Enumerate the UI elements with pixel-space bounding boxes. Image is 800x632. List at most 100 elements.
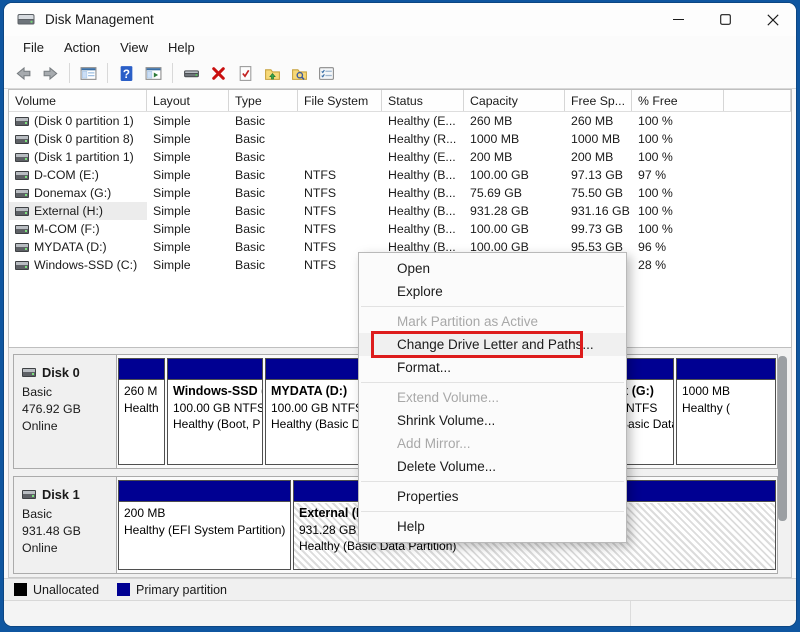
open-button[interactable] (260, 61, 285, 86)
help-button[interactable]: ? (114, 61, 139, 86)
window-controls (655, 3, 796, 36)
free-cell: 260 MB (565, 112, 632, 130)
fs-cell (298, 112, 382, 130)
delete-icon (210, 65, 227, 82)
volume-row[interactable]: (Disk 0 partition 1) Simple Basic Health… (9, 112, 791, 130)
status-cell: Healthy (B... (382, 166, 464, 184)
column-header-capacity[interactable]: Capacity (464, 90, 565, 111)
status-cell: Healthy (B... (382, 184, 464, 202)
disk-0-info-panel[interactable]: Disk 0 Basic 476.92 GB Online (13, 354, 117, 469)
free-cell: 99.73 GB (565, 220, 632, 238)
column-header-layout[interactable]: Layout (147, 90, 229, 111)
volume-row[interactable]: (Disk 0 partition 8) Simple Basic Health… (9, 130, 791, 148)
close-button[interactable] (749, 3, 796, 36)
layout-cell: Simple (147, 166, 229, 184)
disk-1-info-panel[interactable]: Disk 1 Basic 931.48 GB Online (13, 476, 117, 574)
free-cell: 200 MB (565, 148, 632, 166)
volume-row-selected[interactable]: External (H:) Simple Basic NTFS Healthy … (9, 202, 791, 220)
layout-cell: Simple (147, 112, 229, 130)
partition-color-band (168, 359, 262, 380)
type-cell: Basic (229, 238, 298, 256)
menu-item-explore[interactable]: Explore (359, 280, 626, 303)
status-bar-divider (630, 601, 631, 626)
fs-cell: NTFS (298, 220, 382, 238)
back-icon (15, 65, 32, 82)
disk-kind: Basic (22, 506, 116, 523)
volume-icon (15, 117, 29, 126)
explore-button[interactable] (287, 61, 312, 86)
volume-icon (15, 189, 29, 198)
menu-item-change-drive-letter[interactable]: Change Drive Letter and Paths... (359, 333, 626, 356)
mark-active-icon (237, 65, 254, 82)
volume-cell: Donemax (G:) (9, 184, 147, 202)
volume-row[interactable]: M-COM (F:) Simple Basic NTFS Healthy (B.… (9, 220, 791, 238)
show-console-tree-button[interactable] (76, 61, 101, 86)
pct-cell: 100 % (632, 112, 724, 130)
free-cell: 931.16 GB (565, 202, 632, 220)
vertical-scrollbar-thumb[interactable] (778, 356, 787, 521)
close-icon (767, 14, 779, 26)
capacity-cell: 100.00 GB (464, 220, 565, 238)
pct-cell: 96 % (632, 238, 724, 256)
column-header-type[interactable]: Type (229, 90, 298, 111)
volume-row[interactable]: D-COM (E:) Simple Basic NTFS Healthy (B.… (9, 166, 791, 184)
device-button[interactable] (179, 61, 204, 86)
volume-cell: (Disk 1 partition 1) (9, 148, 147, 166)
column-header-volume[interactable]: Volume (9, 90, 147, 111)
menu-view[interactable]: View (110, 38, 158, 57)
disk-name: Disk 1 (42, 486, 80, 503)
type-cell: Basic (229, 148, 298, 166)
menu-item-format[interactable]: Format... (359, 356, 626, 379)
forward-icon (42, 65, 59, 82)
menu-action[interactable]: Action (54, 38, 110, 57)
type-cell: Basic (229, 130, 298, 148)
partition-mydata[interactable]: MYDATA (D:)100.00 GB NTFSHealthy (Basic … (265, 358, 362, 465)
forward-button[interactable] (38, 61, 63, 86)
volume-row[interactable]: Donemax (G:) Simple Basic NTFS Healthy (… (9, 184, 791, 202)
maximize-button[interactable] (702, 3, 749, 36)
menu-item-shrink-volume[interactable]: Shrink Volume... (359, 409, 626, 432)
menu-separator (361, 306, 624, 307)
menu-item-properties[interactable]: Properties (359, 485, 626, 508)
capacity-cell: 260 MB (464, 112, 565, 130)
help-icon: ? (118, 65, 135, 82)
maximize-icon (720, 14, 731, 25)
column-header-free-space[interactable]: Free Sp... (565, 90, 632, 111)
column-header-status[interactable]: Status (382, 90, 464, 111)
open-folder-icon (264, 65, 281, 82)
minimize-button[interactable] (655, 3, 702, 36)
primary-partition-swatch (117, 583, 130, 596)
menu-item-extend-volume: Extend Volume... (359, 386, 626, 409)
status-cell: Healthy (E... (382, 112, 464, 130)
menu-item-open[interactable]: Open (359, 257, 626, 280)
status-bar (4, 600, 796, 626)
partition-disk0-efi[interactable]: 260 MHealth (118, 358, 165, 465)
partition-windows-ssd[interactable]: Windows-SSD (C:)100.00 GB NTFSHealthy (B… (167, 358, 263, 465)
window-title: Disk Management (45, 12, 154, 27)
type-cell: Basic (229, 166, 298, 184)
partition-recovery[interactable]: 1000 MBHealthy ( (676, 358, 776, 465)
mark-active-button[interactable] (233, 61, 258, 86)
column-header-file-system[interactable]: File System (298, 90, 382, 111)
menu-item-delete-volume[interactable]: Delete Volume... (359, 455, 626, 478)
volume-row[interactable]: (Disk 1 partition 1) Simple Basic Health… (9, 148, 791, 166)
explore-folder-icon (291, 65, 308, 82)
show-action-pane-button[interactable] (141, 61, 166, 86)
status-cell: Healthy (B... (382, 202, 464, 220)
menu-bar: File Action View Help (4, 36, 796, 58)
properties-button[interactable] (314, 61, 339, 86)
back-button[interactable] (11, 61, 36, 86)
fs-cell: NTFS (298, 202, 382, 220)
show-action-pane-icon (145, 65, 162, 82)
partition-disk1-efi[interactable]: 200 MBHealthy (EFI System Partition) (118, 480, 291, 570)
toolbar-separator (69, 63, 70, 83)
column-header-pct-free[interactable]: % Free (632, 90, 724, 111)
primary-partition-label: Primary partition (136, 583, 227, 597)
menu-help[interactable]: Help (158, 38, 205, 57)
type-cell: Basic (229, 112, 298, 130)
partition-color-band (119, 359, 164, 380)
menu-file[interactable]: File (13, 38, 54, 57)
menu-item-help[interactable]: Help (359, 515, 626, 538)
delete-volume-button[interactable] (206, 61, 231, 86)
column-header-blank (724, 90, 791, 111)
